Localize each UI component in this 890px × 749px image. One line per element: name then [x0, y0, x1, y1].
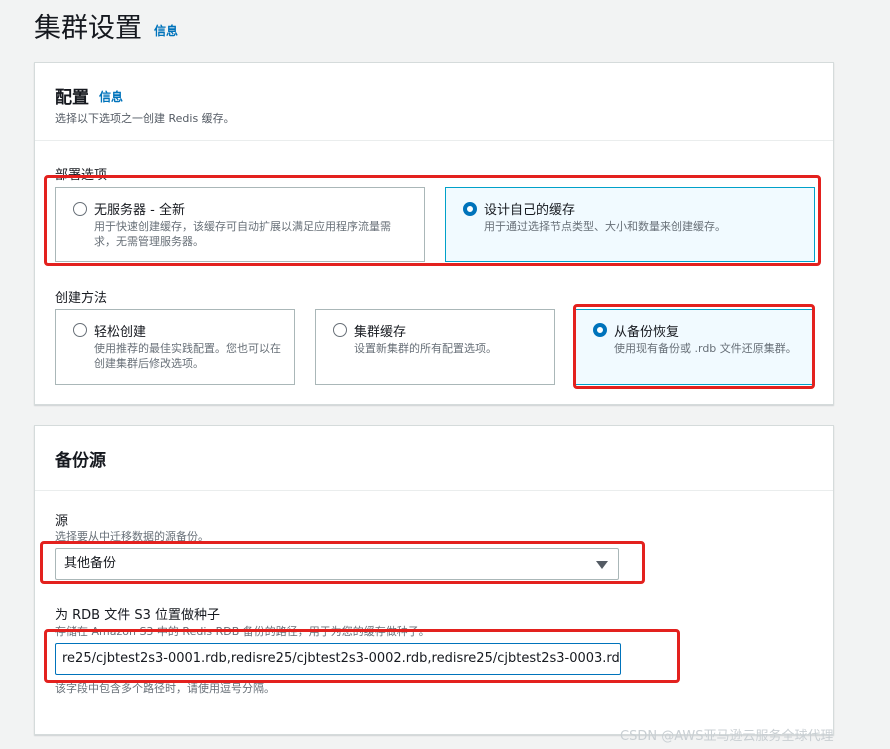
creation-method-label: 创建方法 — [55, 291, 108, 306]
creation-option-easy[interactable]: 轻松创建 使用推荐的最佳实践配置。您也可以在创建集群后修改选项。 — [55, 309, 295, 385]
source-select-value: 其他备份 — [64, 556, 117, 571]
deployment-option-design-own[interactable]: 设计自己的缓存 用于通过选择节点类型、大小和数量来创建缓存。 — [445, 187, 815, 262]
serverless-label: 无服务器 - 全新 — [94, 203, 185, 218]
backup-source-title: 备份源 — [55, 451, 106, 471]
cluster-cache-label: 集群缓存 — [354, 325, 407, 340]
cluster-cache-description: 设置新集群的所有配置选项。 — [354, 342, 497, 355]
restore-backup-label: 从备份恢复 — [614, 325, 680, 340]
config-divider — [35, 140, 833, 141]
deployment-label: 部署选项 — [55, 168, 108, 183]
source-label: 源 — [55, 514, 69, 529]
design-own-label: 设计自己的缓存 — [484, 203, 576, 218]
seed-s3-path-input[interactable]: re25/cjbtest2s3-0001.rdb,redisre25/cjbte… — [55, 643, 621, 675]
seed-description: 存储在 Amazon S3 中的 Redis RDB 备份的路径，用于为您的缓存… — [55, 625, 430, 638]
source-select[interactable]: 其他备份 — [55, 548, 619, 580]
deployment-option-serverless[interactable]: 无服务器 - 全新 用于快速创建缓存，该缓存可自动扩展以满足应用程序流量需求，无… — [55, 187, 425, 262]
backup-divider — [35, 490, 833, 491]
config-panel: 配置 信息 选择以下选项之一创建 Redis 缓存。 部署选项 无服务器 - 全… — [34, 62, 834, 405]
config-description: 选择以下选项之一创建 Redis 缓存。 — [55, 112, 235, 125]
chevron-down-icon — [596, 561, 608, 569]
easy-create-radio[interactable] — [73, 323, 87, 337]
creation-option-restore-backup[interactable]: 从备份恢复 使用现有备份或 .rdb 文件还原集群。 — [575, 309, 815, 385]
serverless-description: 用于快速创建缓存，该缓存可自动扩展以满足应用程序流量需求，无需管理服务器。 — [94, 220, 391, 248]
easy-create-description: 使用推荐的最佳实践配置。您也可以在创建集群后修改选项。 — [94, 342, 281, 370]
design-own-description: 用于通过选择节点类型、大小和数量来创建缓存。 — [484, 220, 726, 233]
design-own-radio[interactable] — [463, 202, 477, 216]
seed-hint: 该字段中包含多个路径时，请使用逗号分隔。 — [55, 682, 275, 695]
restore-backup-description: 使用现有备份或 .rdb 文件还原集群。 — [614, 342, 797, 355]
backup-source-panel: 备份源 源 选择要从中迁移数据的源备份。 其他备份 为 RDB 文件 S3 位置… — [34, 425, 834, 735]
cluster-cache-radio[interactable] — [333, 323, 347, 337]
easy-create-label: 轻松创建 — [94, 325, 147, 340]
page-info-link[interactable]: 信息 — [154, 22, 178, 39]
source-description: 选择要从中迁移数据的源备份。 — [55, 530, 209, 543]
page-title: 集群设置 — [34, 13, 142, 44]
creation-option-cluster-cache[interactable]: 集群缓存 设置新集群的所有配置选项。 — [315, 309, 555, 385]
config-info-link[interactable]: 信息 — [99, 88, 123, 105]
serverless-radio[interactable] — [73, 202, 87, 216]
restore-backup-radio[interactable] — [593, 323, 607, 337]
config-title: 配置 — [55, 88, 89, 108]
watermark: CSDN @AWS亚马逊云服务全球代理 — [620, 729, 834, 744]
seed-label: 为 RDB 文件 S3 位置做种子 — [55, 608, 221, 623]
